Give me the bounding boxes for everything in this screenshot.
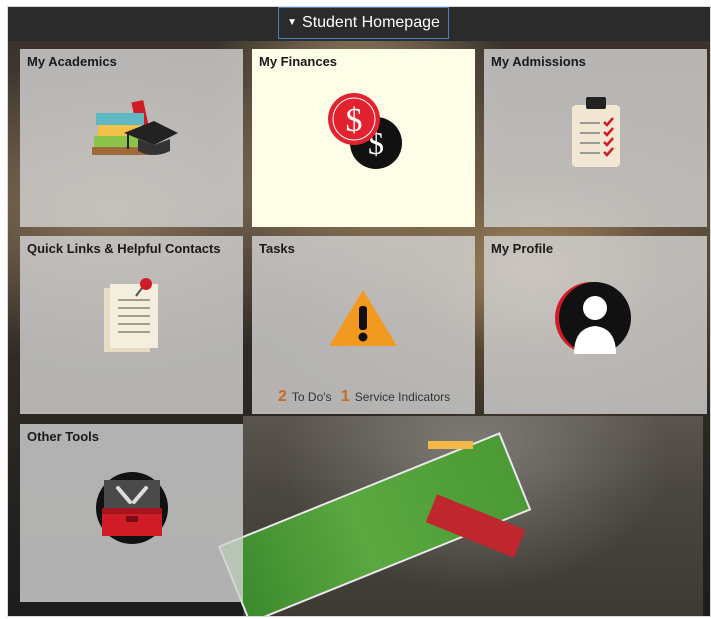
dollar-coins-icon: $ $ bbox=[328, 93, 402, 169]
top-bar: ▼ Student Homepage bbox=[8, 7, 710, 41]
books-graduation-cap-icon bbox=[92, 100, 178, 155]
tile-tasks[interactable]: Tasks 2 To Do's 1 Service Indicators bbox=[252, 236, 475, 414]
tile-title: My Academics bbox=[27, 54, 117, 69]
tile-my-profile[interactable]: My Profile bbox=[484, 236, 707, 414]
task-counts: 2 To Do's 1 Service Indicators bbox=[278, 388, 450, 406]
pinned-document-icon bbox=[104, 278, 158, 352]
app-frame: ▼ Student Homepage My Academics My Financ… bbox=[8, 7, 710, 616]
background-image: My Academics My Finances $ $ My Admissio… bbox=[8, 41, 710, 616]
service-indicator-count[interactable]: 1 bbox=[341, 388, 350, 405]
tile-title: My Finances bbox=[259, 54, 338, 69]
tile-my-academics[interactable]: My Academics bbox=[20, 49, 243, 227]
tile-title: My Profile bbox=[491, 241, 554, 256]
todo-label: To Do's bbox=[291, 390, 332, 404]
tile-title: Quick Links & Helpful Contacts bbox=[27, 241, 221, 256]
toolbox-icon bbox=[96, 472, 168, 544]
homepage-selector[interactable]: ▼ Student Homepage bbox=[278, 7, 449, 39]
tile-my-finances[interactable]: My Finances $ $ bbox=[252, 49, 475, 227]
tile-title: Tasks bbox=[259, 241, 295, 256]
service-indicator-label: Service Indicators bbox=[354, 390, 451, 404]
svg-text:$: $ bbox=[346, 102, 363, 139]
clipboard-checklist-icon bbox=[572, 97, 620, 167]
caret-down-icon: ▼ bbox=[287, 17, 298, 28]
homepage-title: Student Homepage bbox=[302, 14, 440, 31]
tile-quick-links[interactable]: Quick Links & Helpful Contacts bbox=[20, 236, 243, 414]
tile-my-admissions[interactable]: My Admissions bbox=[484, 49, 707, 227]
warning-icon bbox=[329, 290, 397, 346]
tile-title: My Admissions bbox=[491, 54, 586, 69]
todo-count[interactable]: 2 bbox=[278, 388, 287, 405]
tile-other-tools[interactable]: Other Tools bbox=[20, 424, 243, 602]
tile-title: Other Tools bbox=[27, 429, 99, 444]
user-avatar-icon bbox=[555, 282, 631, 354]
